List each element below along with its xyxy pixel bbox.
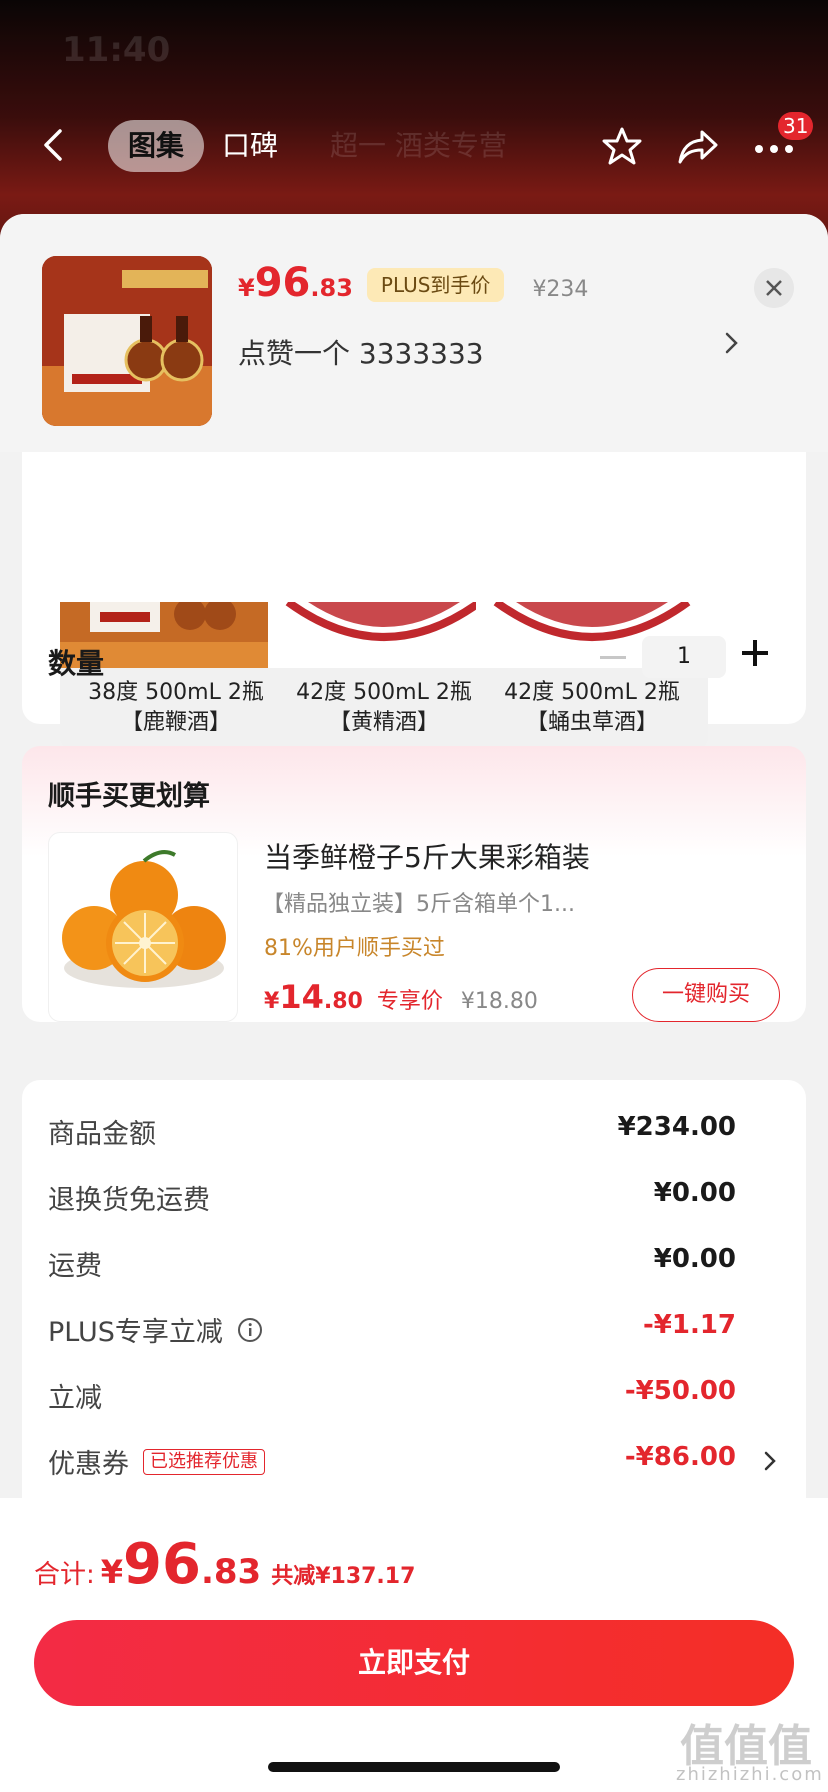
summary-label-with-tag: 优惠券 已选推荐优惠 xyxy=(48,1442,265,1481)
add-on-product-desc: 【精品独立装】5斤含箱单个1... xyxy=(262,892,575,917)
quantity-label: 数量 xyxy=(48,647,105,680)
add-on-price-currency: ¥ xyxy=(264,989,280,1014)
add-on-recommendation-card: 顺手买更划算 当季鲜橙子5斤大果彩箱装 【精品独立装】5斤含箱单个1... 81… xyxy=(22,746,806,1022)
summary-label-text: PLUS专享立减 xyxy=(48,1317,223,1348)
summary-value: -¥86.00 xyxy=(624,1442,736,1472)
summary-value: -¥1.17 xyxy=(642,1310,736,1340)
summary-row: 退换货免运费 ¥0.00 xyxy=(48,1178,788,1218)
add-on-price-integer: 14 xyxy=(279,978,324,1016)
product-summary-header: ¥ 96 .83 PLUS到手价 ¥234 点赞一个 3333333 xyxy=(0,214,828,452)
close-icon[interactable] xyxy=(754,268,794,308)
checkout-footer: 合计: ¥ 96 .83 共减¥137.17 立即支付 值值值 zhizhizh… xyxy=(0,1498,828,1792)
add-on-product-name[interactable]: 当季鲜橙子5斤大果彩箱装 xyxy=(264,836,590,876)
variant-image xyxy=(268,602,500,668)
product-price-row: ¥ 96 .83 PLUS到手价 ¥234 xyxy=(238,260,588,310)
summary-row: PLUS专享立减 -¥1.17 xyxy=(48,1310,788,1350)
summary-value: ¥0.00 xyxy=(653,1244,736,1274)
plus-price-tag: PLUS到手价 xyxy=(366,268,505,302)
total-decimal: .83 xyxy=(200,1552,262,1592)
summary-row: 商品金额 ¥234.00 xyxy=(48,1112,788,1152)
variant-spec: 42度 500mL 2瓶 xyxy=(296,680,472,705)
back-icon[interactable] xyxy=(38,128,72,162)
price-currency: ¥ xyxy=(238,274,255,302)
variant-name: 【黄精酒】 xyxy=(328,710,439,735)
price-decimal: .83 xyxy=(310,274,353,302)
total-label: 合计: xyxy=(34,1560,95,1590)
summary-value: ¥0.00 xyxy=(653,1178,736,1208)
info-icon[interactable] xyxy=(237,1317,263,1343)
watermark-url: zhizhizhi.com xyxy=(676,1764,824,1785)
liked-count[interactable]: 点赞一个 3333333 xyxy=(238,332,484,372)
total-currency: ¥ xyxy=(100,1553,124,1591)
coupon-row[interactable]: 优惠券 已选推荐优惠 -¥86.00 xyxy=(48,1442,788,1482)
chevron-right-icon[interactable] xyxy=(722,326,742,360)
shop-name-faded: 超一 酒类专营 xyxy=(330,129,507,162)
share-icon[interactable] xyxy=(676,124,720,168)
quantity-decrease-button[interactable] xyxy=(600,656,626,659)
pay-now-button[interactable]: 立即支付 xyxy=(34,1620,794,1706)
message-count-badge: 31 xyxy=(778,112,814,140)
more-icon[interactable] xyxy=(754,144,794,154)
liquor-box-image xyxy=(42,256,212,426)
tab-reviews[interactable]: 口碑 xyxy=(222,120,278,172)
summary-label-text: 优惠券 xyxy=(48,1449,129,1480)
status-time: 11:40 xyxy=(62,30,171,70)
summary-label-with-info: PLUS专享立减 xyxy=(48,1310,263,1349)
summary-label: 运费 xyxy=(48,1251,102,1282)
coupon-selected-tag: 已选推荐优惠 xyxy=(143,1448,265,1475)
variant-name: 【蛹虫草酒】 xyxy=(525,710,658,735)
add-on-purchase-rate: 81%用户顺手买过 xyxy=(264,936,445,961)
add-on-original-price: ¥18.80 xyxy=(460,989,538,1014)
total-integer: 96 xyxy=(123,1532,201,1597)
add-on-title: 顺手买更划算 xyxy=(48,781,210,812)
one-click-buy-button[interactable]: 一键购买 xyxy=(632,968,780,1022)
summary-label: 商品金额 xyxy=(48,1119,156,1150)
summary-value: ¥234.00 xyxy=(617,1112,736,1142)
orange-image xyxy=(62,850,226,988)
quantity-input[interactable]: 1 xyxy=(642,636,726,678)
top-nav: 图集 口碑 超一 酒类专营 31 xyxy=(0,112,828,174)
summary-row: 立减 -¥50.00 xyxy=(48,1376,788,1416)
summary-label: 退换货免运费 xyxy=(48,1185,210,1216)
summary-row: 运费 ¥0.00 xyxy=(48,1244,788,1284)
original-price: ¥234 xyxy=(532,277,589,302)
quantity-increase-button[interactable] xyxy=(742,640,768,666)
total-row: 合计: ¥ 96 .83 共减¥137.17 xyxy=(34,1532,415,1597)
add-on-price-row: ¥ 14 .80 专享价 ¥18.80 xyxy=(264,978,538,1016)
summary-label: 立减 xyxy=(48,1383,102,1414)
variant-spec: 38度 500mL 2瓶 xyxy=(88,680,264,705)
chevron-right-icon[interactable] xyxy=(762,1448,778,1474)
favorite-star-icon[interactable] xyxy=(600,124,644,168)
variant-option[interactable]: 42度 500mL 2瓶 【黄精酒】 xyxy=(268,602,500,750)
home-indicator[interactable] xyxy=(268,1762,560,1772)
variant-name: 【鹿鞭酒】 xyxy=(120,710,231,735)
total-saved: 共减¥137.17 xyxy=(271,1564,416,1589)
product-thumbnail xyxy=(42,256,212,426)
price-summary-card: 商品金额 ¥234.00 退换货免运费 ¥0.00 运费 ¥0.00 PLUS专… xyxy=(22,1080,806,1520)
exclusive-price-label: 专享价 xyxy=(376,989,443,1014)
variant-spec: 42度 500mL 2瓶 xyxy=(504,680,680,705)
tab-gallery[interactable]: 图集 xyxy=(108,120,204,172)
add-on-product-image[interactable] xyxy=(48,832,238,1022)
add-on-price-decimal: .80 xyxy=(323,989,363,1014)
price-integer: 96 xyxy=(254,260,311,306)
summary-value: -¥50.00 xyxy=(624,1376,736,1406)
